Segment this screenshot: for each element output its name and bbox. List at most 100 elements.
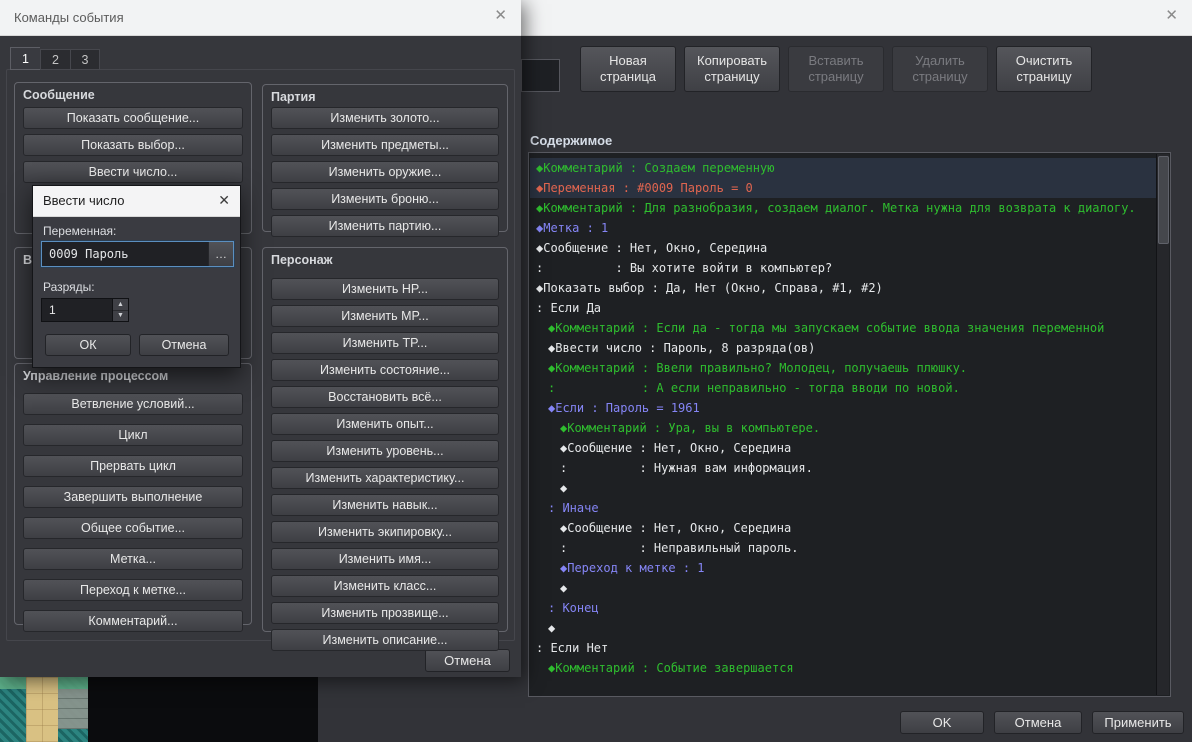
ellipsis-button[interactable]: … <box>208 242 233 266</box>
scrollbar[interactable] <box>1156 154 1169 695</box>
command-button[interactable]: Изменить экипировку... <box>271 521 499 543</box>
event-command-row[interactable]: ◆Комментарий : Событие завершается <box>530 658 1157 678</box>
command-button[interactable]: Изменить характеристику... <box>271 467 499 489</box>
scrollbar-thumb[interactable] <box>1158 156 1169 244</box>
event-command-row[interactable]: ◆Комментарий : Создаем переменную <box>530 158 1157 178</box>
event-command-row[interactable]: : : Неправильный пароль. <box>530 538 1157 558</box>
map-tiles[interactable] <box>0 677 88 742</box>
editor-actions: OK Отмена Применить <box>900 711 1184 734</box>
command-button[interactable]: Показать сообщение... <box>23 107 243 129</box>
apply-button[interactable]: Применить <box>1092 711 1184 734</box>
spin-up-icon[interactable]: ▲ <box>113 299 128 310</box>
close-icon[interactable]: ✕ <box>1165 8 1178 23</box>
command-button[interactable]: Завершить выполнение <box>23 486 243 508</box>
page-toolbar: Новая страница Копировать страницу Вставит… <box>580 46 1092 92</box>
ok-button[interactable]: ОК <box>45 334 131 356</box>
event-command-rows: ◆Комментарий : Создаем переменную ◆Переме… <box>530 154 1157 695</box>
command-button[interactable]: Изменить навык... <box>271 494 499 516</box>
command-button[interactable]: Изменить опыт... <box>271 413 499 435</box>
event-command-row[interactable]: : : А если неправильно - тогда вводи по … <box>530 378 1157 398</box>
event-command-row[interactable]: ◆Сообщение : Нет, Окно, Середина <box>530 438 1157 458</box>
event-command-row[interactable]: ◆Сообщение : Нет, Окно, Середина <box>530 518 1157 538</box>
event-command-row[interactable]: : Иначе <box>530 498 1157 518</box>
event-command-row[interactable]: : Если Да <box>530 298 1157 318</box>
command-button[interactable]: Изменить оружие... <box>271 161 499 183</box>
group-label: Персонаж <box>271 253 333 267</box>
stepper-buttons: ▲ ▼ <box>112 299 128 321</box>
event-command-row[interactable]: ◆Комментарий : Если да - тогда мы запуск… <box>530 318 1157 338</box>
command-button[interactable]: Изменить MP... <box>271 305 499 327</box>
toolbar-button: Удалить страницу <box>892 46 988 92</box>
event-command-row[interactable]: ◆Переменная : #0009 Пароль = 0 <box>530 178 1157 198</box>
page-name-field[interactable] <box>521 59 560 92</box>
command-button[interactable]: Изменить HP... <box>271 278 499 300</box>
command-button[interactable]: Изменить имя... <box>271 548 499 570</box>
event-command-row[interactable]: : : Нужная вам информация. <box>530 458 1157 478</box>
variable-value: 0009 Пароль <box>49 247 129 261</box>
toolbar-button[interactable]: Новая страница <box>580 46 676 92</box>
popup-title: Ввести число <box>43 193 125 208</box>
command-button[interactable]: Ввести число... <box>23 161 243 183</box>
command-button[interactable]: Ветвление условий... <box>23 393 243 415</box>
command-button[interactable]: Изменить предметы... <box>271 134 499 156</box>
command-button[interactable]: Изменить класс... <box>271 575 499 597</box>
toolbar-button: Вставить страницу <box>788 46 884 92</box>
event-command-row[interactable]: ◆Переход к метке : 1 <box>530 558 1157 578</box>
event-command-row[interactable]: ◆Ввести число : Пароль, 8 разряда(ов) <box>530 338 1157 358</box>
command-button[interactable]: Изменить золото... <box>271 107 499 129</box>
command-button[interactable]: Изменить броню... <box>271 188 499 210</box>
digits-stepper[interactable]: 1 ▲ ▼ <box>41 298 129 322</box>
event-command-row[interactable]: : : Вы хотите войти в компьютер? <box>530 258 1157 278</box>
command-button[interactable]: Прервать цикл <box>23 455 243 477</box>
command-button[interactable]: Изменить TP... <box>271 332 499 354</box>
command-button[interactable]: Показать выбор... <box>23 134 243 156</box>
event-command-row[interactable]: ◆Метка : 1 <box>530 218 1157 238</box>
close-icon[interactable]: ✕ <box>494 8 507 23</box>
input-number-dialog: Ввести число ✕ Переменная: 0009 Пароль …… <box>32 185 241 368</box>
event-command-row[interactable]: ◆Комментарий : Для разнобразия, создаем … <box>530 198 1157 218</box>
command-button[interactable]: Метка... <box>23 548 243 570</box>
dialog-title: Команды события <box>14 10 124 25</box>
sand-tiles <box>26 677 58 742</box>
group-label: Партия <box>271 90 316 104</box>
event-command-row[interactable]: ◆Если : Пароль = 1961 <box>530 398 1157 418</box>
path-tiles <box>58 689 88 729</box>
tab-1[interactable]: 1 <box>10 47 40 70</box>
tab-3[interactable]: 3 <box>70 49 100 70</box>
spin-down-icon[interactable]: ▼ <box>113 309 128 321</box>
variable-select[interactable]: 0009 Пароль … <box>41 241 234 267</box>
screen: ✕ Новая страница Копировать страницу Встав… <box>0 0 1192 742</box>
command-button[interactable]: Комментарий... <box>23 610 243 632</box>
event-command-row[interactable]: ◆ <box>530 478 1157 498</box>
command-tabs: 123 <box>10 47 100 70</box>
cancel-button[interactable]: Отмена <box>139 334 229 356</box>
variable-label: Переменная: <box>43 224 117 238</box>
event-command-row[interactable]: ◆ <box>530 578 1157 598</box>
group-actor: Персонаж Изменить HP... Изменить MP... Изм… <box>262 247 508 651</box>
command-button[interactable]: Переход к метке... <box>23 579 243 601</box>
command-button[interactable]: Восстановить всё... <box>271 386 499 408</box>
command-button[interactable]: Изменить уровень... <box>271 440 499 462</box>
command-button[interactable]: Изменить состояние... <box>271 359 499 381</box>
group-label: Управление процессом <box>23 369 169 383</box>
event-command-row[interactable]: : Если Нет <box>530 638 1157 658</box>
event-command-row[interactable]: : Конец <box>530 598 1157 618</box>
ok-button[interactable]: OK <box>900 711 984 734</box>
event-command-list: ◆Комментарий : Создаем переменную ◆Переме… <box>528 152 1171 697</box>
toolbar-button[interactable]: Копировать страницу <box>684 46 780 92</box>
command-button[interactable]: Изменить описание... <box>271 629 499 651</box>
event-command-row[interactable]: ◆Показать выбор : Да, Нет (Окно, Справа,… <box>530 278 1157 298</box>
event-command-row[interactable]: ◆Комментарий : Ввели правильно? Молодец,… <box>530 358 1157 378</box>
event-command-row[interactable]: ◆Комментарий : Ура, вы в компьютере. <box>530 418 1157 438</box>
command-button[interactable]: Изменить прозвище... <box>271 602 499 624</box>
cancel-button[interactable]: Отмена <box>994 711 1082 734</box>
event-command-row[interactable]: ◆ <box>530 618 1157 638</box>
tab-2[interactable]: 2 <box>40 49 70 70</box>
toolbar-button[interactable]: Очистить страницу <box>996 46 1092 92</box>
command-button[interactable]: Цикл <box>23 424 243 446</box>
close-icon[interactable]: ✕ <box>218 193 230 207</box>
event-command-row[interactable]: ◆Сообщение : Нет, Окно, Середина <box>530 238 1157 258</box>
command-button[interactable]: Общее событие... <box>23 517 243 539</box>
dialog-titlebar: Команды события ✕ <box>0 0 521 36</box>
command-button[interactable]: Изменить партию... <box>271 215 499 237</box>
